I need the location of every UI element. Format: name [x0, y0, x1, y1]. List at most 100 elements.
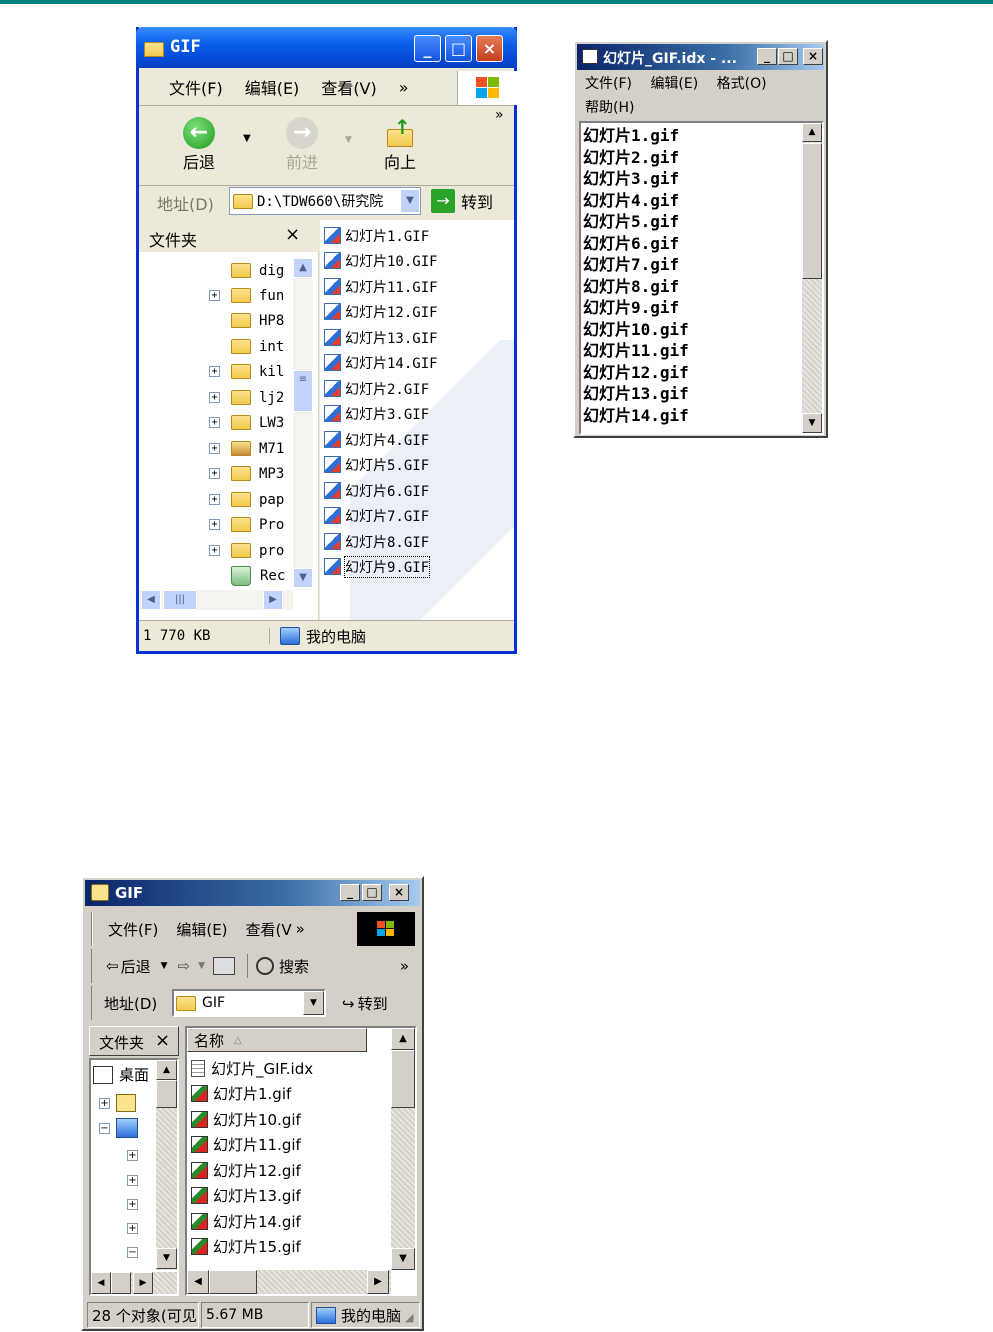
menu-edit[interactable]: 编辑(E) [245, 75, 300, 99]
scroll-up-button[interactable]: ▲ [802, 123, 822, 142]
tree-item[interactable]: + Pro [209, 512, 284, 537]
tree-item[interactable]: + [127, 1146, 138, 1164]
scroll-right-button[interactable]: ▶ [133, 1272, 153, 1294]
menu-view[interactable]: 查看(V) [321, 75, 376, 99]
folders-pane-close-icon[interactable]: × [155, 1030, 170, 1051]
scroll-down-button[interactable]: ▼ [293, 568, 313, 588]
expand-icon[interactable]: + [127, 1223, 138, 1234]
file-item[interactable]: 幻灯片14.GIF [324, 350, 438, 375]
toolbar-more[interactable]: » [400, 957, 409, 975]
file-item[interactable]: 幻灯片1.gif [191, 1081, 291, 1106]
scroll-left-button[interactable]: ◀ [91, 1272, 111, 1294]
file-item[interactable]: 幻灯片13.GIF [324, 325, 438, 350]
title-bar[interactable]: GIF _ □ × [136, 27, 517, 68]
expand-icon[interactable]: + [209, 519, 220, 530]
file-item[interactable]: 幻灯片10.gif [191, 1107, 301, 1132]
minimize-button[interactable]: _ [340, 884, 360, 901]
expand-icon[interactable]: + [209, 468, 220, 479]
scroll-thumb[interactable] [391, 1050, 415, 1108]
menu-file[interactable]: 文件(F) [169, 75, 223, 99]
expand-icon[interactable]: + [127, 1150, 138, 1161]
collapse-icon[interactable]: − [127, 1247, 138, 1258]
tree-item[interactable]: + pro [209, 538, 284, 563]
maximize-button[interactable]: □ [362, 884, 382, 901]
tree-item-desktop[interactable]: 桌面 [93, 1064, 149, 1085]
back-button[interactable]: ⇦ 后退 [106, 956, 151, 977]
hscroll-thumb[interactable] [111, 1272, 131, 1294]
file-item[interactable]: 幻灯片14.gif [191, 1209, 301, 1234]
address-dropdown-button[interactable]: ▼ [400, 189, 420, 213]
file-item[interactable]: 幻灯片15.gif [191, 1234, 301, 1259]
tree-item[interactable]: + MP3 [209, 461, 284, 486]
file-item[interactable]: 幻灯片1.GIF [324, 223, 429, 248]
tree-item[interactable]: + M71 [209, 436, 284, 461]
file-item[interactable]: 幻灯片12.GIF [324, 299, 438, 324]
title-bar[interactable]: 幻灯片_GIF.idx - ... _ □ × [577, 44, 824, 70]
hscroll-thumb[interactable]: ||| [163, 590, 197, 610]
file-item[interactable]: 幻灯片7.GIF [324, 503, 429, 528]
forward-arrow-icon[interactable]: ⇨ [178, 957, 191, 975]
tree-item[interactable]: + lj2 [209, 385, 284, 410]
file-item[interactable]: 幻灯片11.GIF [324, 274, 438, 299]
file-item[interactable]: 幻灯片5.GIF [324, 452, 429, 477]
minimize-button[interactable]: _ [757, 48, 777, 65]
scroll-up-button[interactable]: ▲ [391, 1028, 415, 1050]
scroll-thumb[interactable]: ≡ [293, 370, 313, 412]
file-item[interactable]: 幻灯片11.gif [191, 1132, 301, 1157]
tree-item[interactable]: + [127, 1195, 138, 1213]
expand-icon[interactable]: + [209, 392, 220, 403]
go-button[interactable]: ↪ 转到 [342, 993, 388, 1014]
up-button[interactable]: ↑ 向上 [379, 115, 421, 173]
scroll-down-button[interactable]: ▼ [391, 1248, 415, 1270]
search-button[interactable]: 搜索 [256, 956, 309, 977]
expand-icon[interactable]: + [209, 290, 220, 301]
toolbar-more[interactable]: » [495, 107, 504, 123]
maximize-button[interactable]: □ [778, 48, 798, 65]
expand-icon[interactable]: + [209, 494, 220, 505]
expand-icon[interactable]: + [127, 1175, 138, 1186]
menu-more[interactable]: » [399, 78, 409, 97]
text-area[interactable]: 幻灯片1.gif 幻灯片2.gif 幻灯片3.gif 幻灯片4.gif 幻灯片5… [579, 121, 824, 435]
scroll-down-button[interactable]: ▼ [156, 1248, 177, 1269]
minimize-button[interactable]: _ [414, 35, 441, 62]
tree-item[interactable]: + pap [209, 487, 284, 512]
scroll-thumb[interactable] [156, 1080, 177, 1108]
close-button[interactable]: × [476, 35, 503, 62]
menu-view[interactable]: 查看(V [246, 919, 292, 940]
address-dropdown-button[interactable]: ▼ [303, 991, 324, 1015]
menu-file[interactable]: 文件(F) [585, 76, 632, 92]
resize-grip-icon[interactable]: ◢ [405, 1311, 413, 1324]
close-button[interactable]: × [389, 884, 409, 901]
tree-scrollbar[interactable] [293, 258, 313, 588]
file-item[interactable]: 幻灯片_GIF.idx [191, 1056, 313, 1081]
menu-more[interactable]: » [296, 920, 305, 938]
file-item[interactable]: 幻灯片6.GIF [324, 478, 429, 503]
tree-item[interactable]: + [99, 1094, 136, 1112]
hscroll-thumb[interactable] [209, 1270, 257, 1294]
file-item[interactable]: 幻灯片2.GIF [324, 376, 429, 401]
file-item[interactable]: 幻灯片4.GIF [324, 427, 429, 452]
scroll-down-button[interactable]: ▼ [802, 413, 822, 433]
tree-item[interactable]: HP8 [231, 308, 284, 333]
tree-item[interactable]: + kil [209, 359, 284, 384]
menu-help[interactable]: 帮助(H) [585, 100, 634, 116]
folders-pane-close-icon[interactable]: × [285, 224, 300, 245]
file-item[interactable]: 幻灯片10.GIF [324, 248, 438, 273]
tree-item[interactable]: − [99, 1118, 138, 1138]
scroll-right-button[interactable]: ▶ [367, 1270, 389, 1294]
menu-edit[interactable]: 编辑(E) [650, 76, 698, 92]
maximize-button[interactable]: □ [445, 35, 472, 62]
menu-edit[interactable]: 编辑(E) [176, 919, 227, 940]
expand-icon[interactable]: + [209, 417, 220, 428]
file-item[interactable]: 幻灯片13.gif [191, 1183, 301, 1208]
up-folder-icon[interactable] [213, 957, 236, 975]
tree-item[interactable]: Rec [231, 563, 285, 588]
scroll-right-button[interactable]: ▶ [263, 590, 283, 610]
file-item-selected[interactable]: 幻灯片9.GIF [324, 554, 431, 579]
expand-icon[interactable]: + [127, 1199, 138, 1210]
menu-file[interactable]: 文件(F) [108, 919, 158, 940]
file-item[interactable]: 幻灯片8.GIF [324, 529, 429, 554]
close-button[interactable]: × [803, 48, 823, 65]
tree-item[interactable]: + [127, 1219, 138, 1237]
back-button[interactable]: ← 后退 [179, 117, 219, 173]
